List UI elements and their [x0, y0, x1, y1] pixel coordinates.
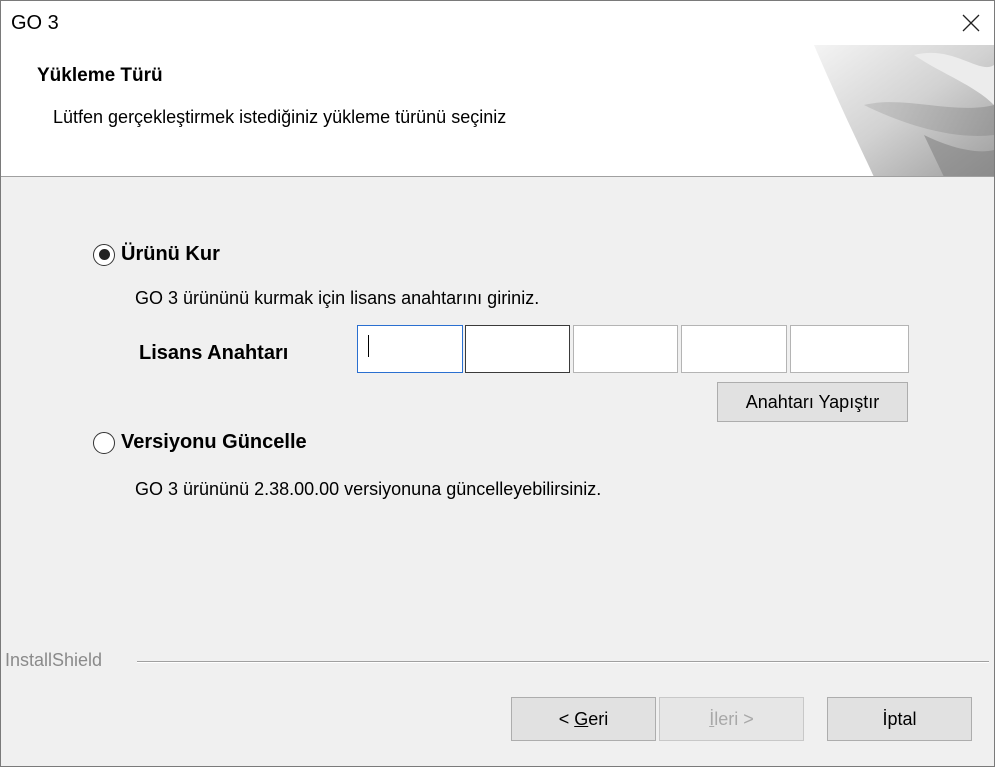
license-key-field-4[interactable] — [681, 325, 787, 373]
radio-button-unselected[interactable] — [93, 431, 115, 454]
installshield-brand: InstallShield — [5, 650, 103, 670]
license-key-field-1[interactable] — [357, 325, 463, 373]
back-button[interactable]: < Geri — [511, 697, 656, 741]
radio-button-selected[interactable] — [93, 243, 115, 266]
window-title: GO 3 — [11, 12, 59, 34]
license-key-field-2[interactable] — [465, 325, 570, 373]
next-button[interactable]: İleri > — [659, 697, 804, 741]
radio-update-label: Versiyonu Güncelle — [121, 431, 307, 453]
radio-install-product[interactable]: Ürünü Kur — [93, 243, 220, 266]
back-button-label: < Geri — [558, 708, 609, 729]
license-key-label: Lisans Anahtarı — [139, 342, 289, 364]
cancel-button-label: İptal — [882, 708, 917, 729]
wizard-header: Yükleme Türü Lütfen gerçekleştirmek iste… — [1, 45, 994, 177]
license-key-field-5[interactable] — [790, 325, 909, 373]
close-icon — [962, 14, 980, 32]
next-button-label: İleri > — [709, 708, 754, 729]
page-title: Yükleme Türü — [37, 65, 163, 86]
close-button[interactable] — [948, 1, 994, 45]
update-description: GO 3 ürününü 2.38.00.00 versiyonuna günc… — [135, 479, 602, 499]
install-description: GO 3 ürününü kurmak için lisans anahtarı… — [135, 288, 540, 308]
title-bar: GO 3 — [1, 1, 994, 45]
footer-divider — [137, 661, 989, 662]
cancel-button[interactable]: İptal — [827, 697, 972, 741]
installer-window: GO 3 Yükleme Türü Lütfen gerçekleştirmek… — [0, 0, 995, 767]
license-key-field-3[interactable] — [573, 325, 678, 373]
page-subtitle: Lütfen gerçekleştirmek istediğiniz yükle… — [53, 107, 507, 127]
text-caret — [368, 335, 369, 357]
radio-update-version[interactable]: Versiyonu Güncelle — [93, 431, 307, 454]
installshield-corner-graphic — [814, 45, 994, 176]
radio-install-label: Ürünü Kur — [121, 243, 220, 265]
paste-key-label: Anahtarı Yapıştır — [745, 391, 880, 412]
paste-key-button[interactable]: Anahtarı Yapıştır — [717, 382, 908, 422]
